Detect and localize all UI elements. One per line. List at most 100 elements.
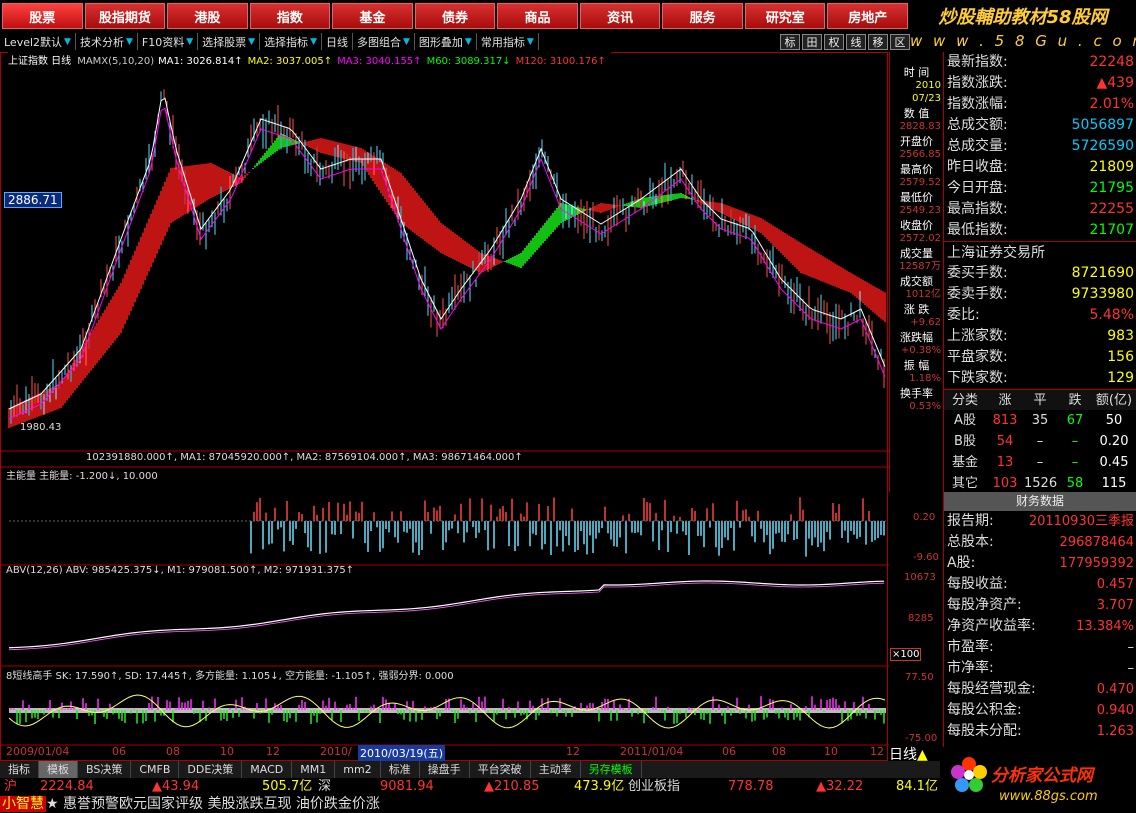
toolbar-item-3[interactable]: 选择股票 ▼ [198,33,261,50]
toolbar-item-7[interactable]: 图形叠加 ▼ [415,33,477,50]
sk-legend: 8短线高手 SK: 17.590↑, SD: 17.445↑, 多方能量: 1.… [6,671,454,682]
data-window-label: 涨 跌 [903,303,930,316]
finance-label: 总股本: [947,534,994,550]
data-window-label: 最低价 [900,191,933,204]
view-toggle-4[interactable]: 移 [868,33,888,50]
indicator-tab-5[interactable]: MACD [242,761,293,778]
quote-value: 22248 [1089,54,1134,70]
chart-area[interactable] [0,52,889,762]
nav-button-8[interactable]: 服务 [662,3,743,29]
quote-label: 今日开盘: [947,180,1008,196]
breadth-cell: 115 [1101,476,1127,491]
indicator-tab-1[interactable]: 模板 [39,761,78,778]
low-label: 1980.43 [20,422,62,433]
breadth-col-header: 跌 [1068,393,1082,408]
nav-button-5[interactable]: 债券 [414,3,496,29]
nav-button-7[interactable]: 资讯 [579,3,661,29]
nav-button-0[interactable]: 股票 [2,3,83,29]
quote-row: 委卖手数: 9733980 [944,284,1136,305]
dropdown-arrow-icon: ▼ [464,36,472,47]
nav-button-2[interactable]: 港股 [167,3,248,29]
toolbar-item-label: 多图组合 [356,35,401,49]
indicator-tab-4[interactable]: DDE决策 [179,761,243,778]
indicator-tab-11[interactable]: 主动率 [531,761,581,778]
indicator-tab-0[interactable]: 指标 [0,761,39,778]
date-tick: 06 [722,745,736,758]
breadth-cell: – [1036,455,1044,470]
chart-canvas[interactable] [1,53,889,762]
breadth-header: 分类 涨 平 跌额(亿) [944,389,1136,410]
ticker-item: 9081.94 [380,779,434,794]
finance-row: 净资产收益率: 13.384% [944,616,1136,637]
quote-value: 5.48% [1089,307,1134,323]
quote-label: 最新指数: [947,54,1008,70]
ticker-item: 创业板指 [628,779,681,794]
finance-row: 报告期: 20110930三季报 [944,511,1136,532]
sk-axis-top: 77.50 [905,672,934,683]
finance-label: 市净率: [947,660,994,676]
quote-value: 8721690 [1071,265,1134,281]
toolbar-item-1[interactable]: 技术分析 ▼ [76,33,138,50]
ma-legend: 上证指数 日线 MAMX(5,10,20) MA1: 3026.814↑ MA2: 3… [8,52,611,67]
breadth-col-header: 涨 [998,393,1012,408]
view-toggle-1[interactable]: 田 [802,33,822,50]
breadth-row: 其它 103 1526 58 115 [944,473,1136,494]
view-toggle-3[interactable]: 线 [846,33,866,50]
quote-value: 22255 [1089,201,1134,217]
data-window-value: 0.53% [909,401,941,412]
indicator-tab-8[interactable]: 标准 [381,761,420,778]
abv-line [8,580,885,649]
finance-title[interactable]: 财务数据 [944,492,1136,511]
indicator-tab-2[interactable]: BS决策 [78,761,132,778]
toolbar-item-label: F10资料 [141,35,185,49]
quote-label: 昨日收盘: [947,159,1008,175]
quote-value: 156 [1107,349,1134,365]
quote-row: 最新指数: 22248 [944,52,1136,73]
toolbar-item-0[interactable]: Level2默认 ▼ [0,33,76,50]
data-window-value: 12587万 [899,261,941,272]
quote-label: 总成交量: [947,138,1008,154]
data-window-label: 成交量 [900,247,933,260]
nav-button-10[interactable]: 房地产 [827,3,909,29]
quote-value: 9733980 [1071,286,1134,302]
data-window-label: 换手率 [900,387,933,400]
indicator-tab-10[interactable]: 平台突破 [470,761,531,778]
indicator-tab-7[interactable]: mm2 [335,761,381,778]
indicator-tab-9[interactable]: 操盘手 [420,761,470,778]
data-window-value: 2828.83 [899,121,941,132]
quote-label: 最低指数: [947,222,1008,238]
toolbar-item-2[interactable]: F10资料 ▼ [138,33,199,50]
toolbar-item-5[interactable]: 日线 [322,33,353,50]
quote-row: 下跌家数: 129 [944,368,1136,389]
indicator-tab-6[interactable]: MM1 [292,761,336,778]
breadth-cell: 35 [1031,413,1049,428]
nav-button-3[interactable]: 指数 [249,3,331,29]
data-window-label: 最高价 [900,163,933,176]
data-window-value: 1012亿 [905,289,941,300]
view-toggle-5[interactable]: 区 [890,33,910,50]
nav-button-9[interactable]: 研究室 [744,3,826,29]
view-toggle-2[interactable]: 权 [824,33,844,50]
toolbar-item-6[interactable]: 多图组合 ▼ [353,33,415,50]
abv-axis-top: 10673 [904,572,936,583]
data-window-value: +0.38% [900,345,941,356]
zhu-axis-top: 0.20 [913,512,936,523]
nav-button-6[interactable]: 商品 [497,3,578,29]
nav-button-1[interactable]: 股指期货 [84,3,166,29]
data-window-value: 2549.23 [899,205,941,216]
news-bar[interactable]: 小智慧 ★ 惠誉预警欧元国家评级 美股涨跌互现 油价跌金价涨 [0,795,943,813]
indicator-tab-12[interactable]: 另存模板 [581,761,642,778]
quote-row: 最低指数: 21707 [944,220,1136,241]
toolbar-item-4[interactable]: 选择指标 ▼ [260,33,322,50]
nav-button-4[interactable]: 基金 [332,3,413,29]
toolbar-item-8[interactable]: 常用指标 ▼ [477,33,539,50]
ma-value-3: M60: 3089.317↓ [426,56,511,67]
quote-row: 最高指数: 22255 [944,199,1136,220]
finance-value: 177959392 [1059,556,1134,571]
view-toggle-0[interactable]: 标 [780,33,800,50]
indicator-tab-3[interactable]: CMFB [131,761,180,778]
quote-row: 昨日收盘: 21809 [944,157,1136,178]
toolbar-item-label: Level2默认 [4,35,63,49]
data-window-value: 1.18% [909,373,941,384]
ma-value-2: MA3: 3040.155↑ [337,56,422,67]
